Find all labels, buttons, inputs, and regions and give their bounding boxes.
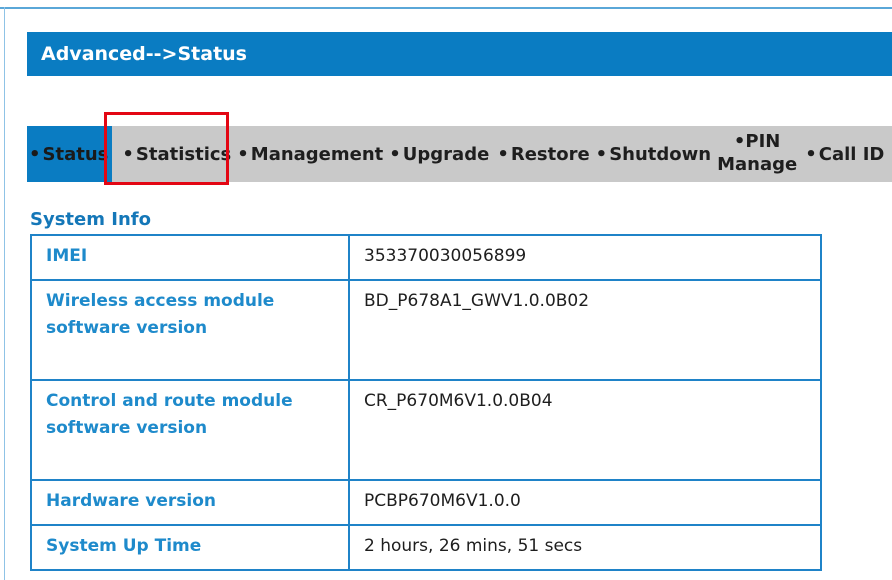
table-row: System Up Time 2 hours, 26 mins, 51 secs — [30, 524, 822, 571]
nav-bar: • Status • Statistics • Management • Upg… — [27, 126, 892, 182]
table-row: IMEI 353370030056899 — [30, 234, 822, 281]
row-label: Control and route module software versio… — [30, 379, 350, 481]
row-value: PCBP670M6V1.0.0 — [348, 479, 822, 526]
nav-bullet: • — [733, 131, 746, 152]
nav-bullet: • — [237, 143, 249, 165]
top-divider — [0, 7, 892, 9]
nav-tab-upgrade[interactable]: • Upgrade — [389, 126, 489, 182]
left-divider — [4, 7, 5, 580]
nav-tab-pin-manage[interactable]: •PIN Manage — [717, 126, 797, 182]
nav-bullet: • — [122, 143, 134, 165]
row-label: Wireless access module software version — [30, 279, 350, 381]
nav-tab-label: Management — [250, 143, 384, 165]
section-title: System Info — [30, 209, 151, 230]
system-info-table: IMEI 353370030056899 Wireless access mod… — [30, 234, 822, 571]
nav-tab-label: Upgrade — [402, 143, 490, 165]
nav-tab-label-line2: Manage — [717, 154, 798, 175]
nav-tab-label: Shutdown — [609, 143, 712, 165]
page-title: Advanced-->Status — [27, 32, 892, 76]
table-row: Control and route module software versio… — [30, 379, 822, 481]
table-row: Wireless access module software version … — [30, 279, 822, 381]
nav-tab-label: Restore — [510, 143, 590, 165]
row-value: 2 hours, 26 mins, 51 secs — [348, 524, 822, 571]
row-value: CR_P670M6V1.0.0B04 — [348, 379, 822, 481]
nav-tab-label: Call ID — [818, 143, 885, 165]
row-label: Hardware version — [30, 479, 350, 526]
nav-tab-restore[interactable]: • Restore — [497, 126, 589, 182]
nav-bullet: • — [805, 143, 817, 165]
nav-tab-statistics[interactable]: • Statistics — [122, 126, 231, 182]
row-label: IMEI — [30, 234, 350, 281]
row-label: System Up Time — [30, 524, 350, 571]
nav-tab-status[interactable]: • Status — [27, 126, 113, 182]
nav-tab-call-id[interactable]: • Call ID — [805, 126, 884, 182]
row-value: BD_P678A1_GWV1.0.0B02 — [348, 279, 822, 381]
nav-tab-label-line1: •PIN — [734, 131, 780, 152]
nav-bullet: • — [497, 143, 509, 165]
nav-tab-shutdown[interactable]: • Shutdown — [596, 126, 711, 182]
nav-bullet: • — [595, 143, 608, 165]
nav-tab-label: Statistics — [135, 143, 232, 165]
nav-tab-management[interactable]: • Management — [237, 126, 383, 182]
nav-bullet: • — [29, 143, 41, 165]
row-value: 353370030056899 — [348, 234, 822, 281]
nav-tab-label: PIN — [745, 131, 781, 152]
nav-tab-label: Status — [42, 143, 109, 165]
table-row: Hardware version PCBP670M6V1.0.0 — [30, 479, 822, 526]
nav-bullet: • — [389, 143, 401, 165]
